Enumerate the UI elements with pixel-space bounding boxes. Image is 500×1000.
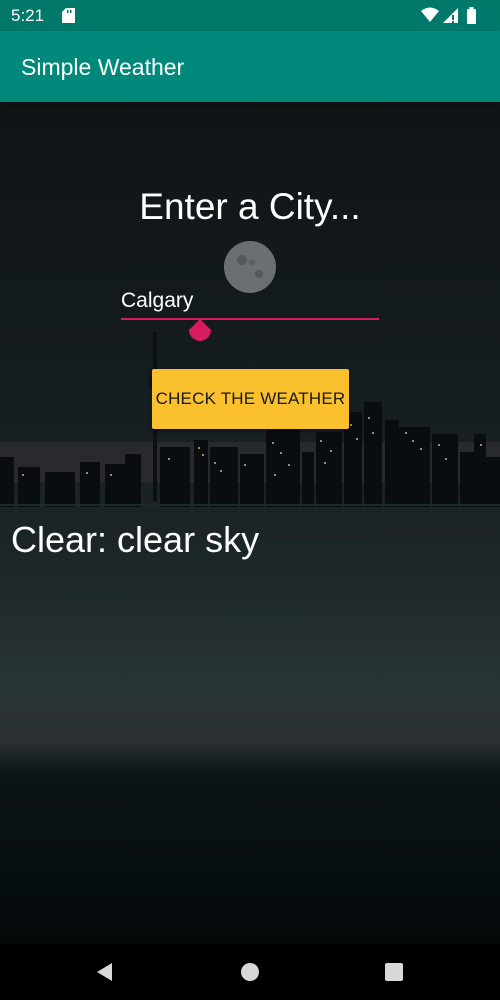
city-input[interactable] — [121, 284, 379, 320]
page-heading: Enter a City... — [139, 186, 361, 227]
recents-icon[interactable] — [382, 960, 406, 984]
status-time: 5:21 — [11, 6, 45, 25]
wifi-icon — [421, 7, 439, 22]
signal-icon — [443, 8, 458, 23]
home-icon[interactable] — [238, 960, 262, 984]
weather-result: Clear: clear sky — [11, 519, 260, 560]
check-weather-button[interactable]: CHECK THE WEATHER — [152, 369, 349, 429]
app-bar: Simple Weather — [0, 31, 500, 102]
sd-card-icon — [62, 8, 75, 23]
battery-icon — [467, 7, 476, 24]
text-cursor-handle-icon[interactable] — [187, 319, 213, 345]
app-title: Simple Weather — [21, 54, 185, 80]
back-icon[interactable] — [93, 960, 117, 984]
status-bar: 5:21 — [0, 0, 500, 31]
navigation-bar — [0, 944, 500, 1000]
